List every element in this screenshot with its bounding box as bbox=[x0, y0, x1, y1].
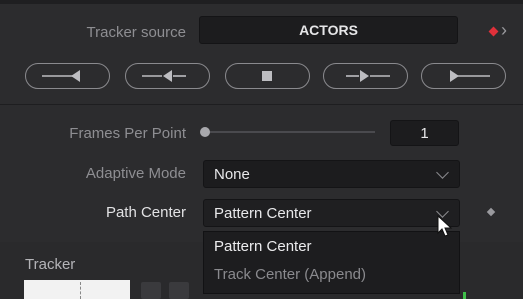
frames-per-point-label: Frames Per Point bbox=[69, 125, 186, 142]
frames-per-point-slider-handle[interactable] bbox=[200, 127, 210, 137]
frames-per-point-input[interactable]: 1 bbox=[390, 120, 459, 146]
adaptive-mode-label: Adaptive Mode bbox=[85, 165, 186, 182]
path-center-label: Path Center bbox=[105, 204, 186, 221]
tracker-status-indicator bbox=[463, 292, 466, 299]
track-one-frame-forward-button[interactable] bbox=[323, 63, 408, 89]
track-reverse-icon bbox=[42, 70, 80, 82]
frames-per-point-slider-track[interactable] bbox=[205, 131, 375, 133]
tracker-control-box[interactable] bbox=[141, 282, 161, 299]
tracker-section-label: Tracker bbox=[25, 256, 76, 273]
chevron-down-icon bbox=[436, 166, 449, 179]
track-reverse-button[interactable] bbox=[25, 63, 110, 89]
adaptive-mode-dropdown[interactable]: None bbox=[203, 160, 460, 188]
tracker-control-box[interactable] bbox=[169, 282, 189, 299]
tracker-source-value: ACTORS bbox=[299, 22, 358, 38]
track-one-frame-reverse-button[interactable] bbox=[125, 63, 210, 89]
section-divider bbox=[0, 104, 523, 105]
next-keyframe-arrow-icon[interactable]: › bbox=[501, 20, 507, 41]
track-frame-reverse-icon bbox=[142, 70, 186, 82]
stop-icon bbox=[262, 71, 272, 81]
adaptive-mode-value: None bbox=[214, 166, 250, 183]
tracker-preview-image bbox=[24, 280, 130, 299]
panel-top-border bbox=[0, 0, 523, 4]
mouse-cursor-icon bbox=[437, 215, 453, 237]
stop-tracking-button[interactable] bbox=[225, 63, 310, 89]
path-center-value: Pattern Center bbox=[214, 205, 312, 222]
track-forward-icon bbox=[450, 70, 490, 82]
tracker-preview-guide bbox=[80, 282, 82, 299]
frames-per-point-value: 1 bbox=[420, 125, 429, 142]
path-center-dropdown[interactable]: Pattern Center bbox=[203, 199, 460, 227]
tracker-source-label: Tracker source bbox=[86, 24, 186, 41]
tracker-source-field[interactable]: ACTORS bbox=[199, 16, 458, 44]
track-frame-forward-icon bbox=[346, 70, 390, 82]
path-center-options-list: Pattern Center Track Center (Append) bbox=[203, 231, 460, 294]
track-forward-button[interactable] bbox=[421, 63, 506, 89]
path-center-option[interactable]: Track Center (Append) bbox=[214, 266, 366, 283]
path-center-option[interactable]: Pattern Center bbox=[214, 238, 312, 255]
